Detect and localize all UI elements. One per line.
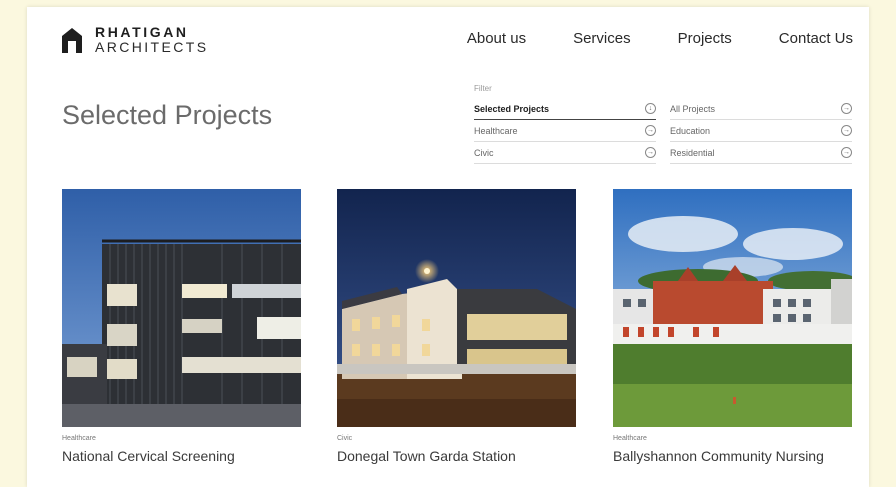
project-image-community-nursing xyxy=(613,189,852,427)
main-nav: About us Services Projects Contact Us xyxy=(467,30,853,47)
project-image-cervical-screening xyxy=(62,189,301,427)
filter-healthcare[interactable]: Healthcare → xyxy=(474,120,656,142)
project-title: Ballyshannon Community Nursing xyxy=(613,448,824,464)
filter-civic[interactable]: Civic → xyxy=(474,142,656,164)
page-container: RHATIGAN ARCHITECTS About us Services Pr… xyxy=(27,7,869,487)
nav-about-us[interactable]: About us xyxy=(467,30,526,47)
brand-subtitle: ARCHITECTS xyxy=(95,39,209,55)
project-category: Civic xyxy=(337,435,353,442)
filter-all-projects[interactable]: All Projects → xyxy=(670,98,852,120)
project-card[interactable]: Healthcare Ballyshannon Community Nursin… xyxy=(613,189,852,464)
nav-projects[interactable]: Projects xyxy=(678,30,732,47)
project-title: National Cervical Screening xyxy=(62,448,235,464)
project-image-garda-station xyxy=(337,189,576,427)
nav-services[interactable]: Services xyxy=(573,30,631,47)
filter-residential[interactable]: Residential → xyxy=(670,142,852,164)
project-category: Healthcare xyxy=(62,435,96,442)
download-circle-icon: ↓ xyxy=(645,103,656,114)
arrow-right-circle-icon: → xyxy=(841,147,852,158)
filter-item-label: All Projects xyxy=(670,103,716,114)
project-category: Healthcare xyxy=(613,435,647,442)
nav-contact-us[interactable]: Contact Us xyxy=(779,30,853,47)
page-title: Selected Projects xyxy=(62,100,273,131)
brand-name: RHATIGAN xyxy=(95,24,189,40)
filter-item-label: Selected Projects xyxy=(474,103,550,114)
filter-item-label: Education xyxy=(670,125,711,136)
brand-logo[interactable]: RHATIGAN ARCHITECTS xyxy=(61,25,208,55)
project-card[interactable]: Healthcare National Cervical Screening xyxy=(62,189,301,464)
filter-item-label: Residential xyxy=(670,147,715,158)
filter-label: Filter xyxy=(474,84,492,93)
project-card[interactable]: Civic Donegal Town Garda Station xyxy=(337,189,576,464)
arrow-right-circle-icon: → xyxy=(841,125,852,136)
arrow-right-circle-icon: → xyxy=(841,103,852,114)
filter-education[interactable]: Education → xyxy=(670,120,852,142)
filter-item-label: Healthcare xyxy=(474,125,518,136)
arrow-right-circle-icon: → xyxy=(645,125,656,136)
project-title: Donegal Town Garda Station xyxy=(337,448,516,464)
arrow-right-circle-icon: → xyxy=(645,147,656,158)
filter-selected-projects[interactable]: Selected Projects ↓ xyxy=(474,98,656,120)
logo-mark-icon xyxy=(62,28,82,53)
project-filter: Filter Selected Projects ↓ All Projects … xyxy=(474,84,854,164)
filter-item-label: Civic xyxy=(474,147,494,158)
